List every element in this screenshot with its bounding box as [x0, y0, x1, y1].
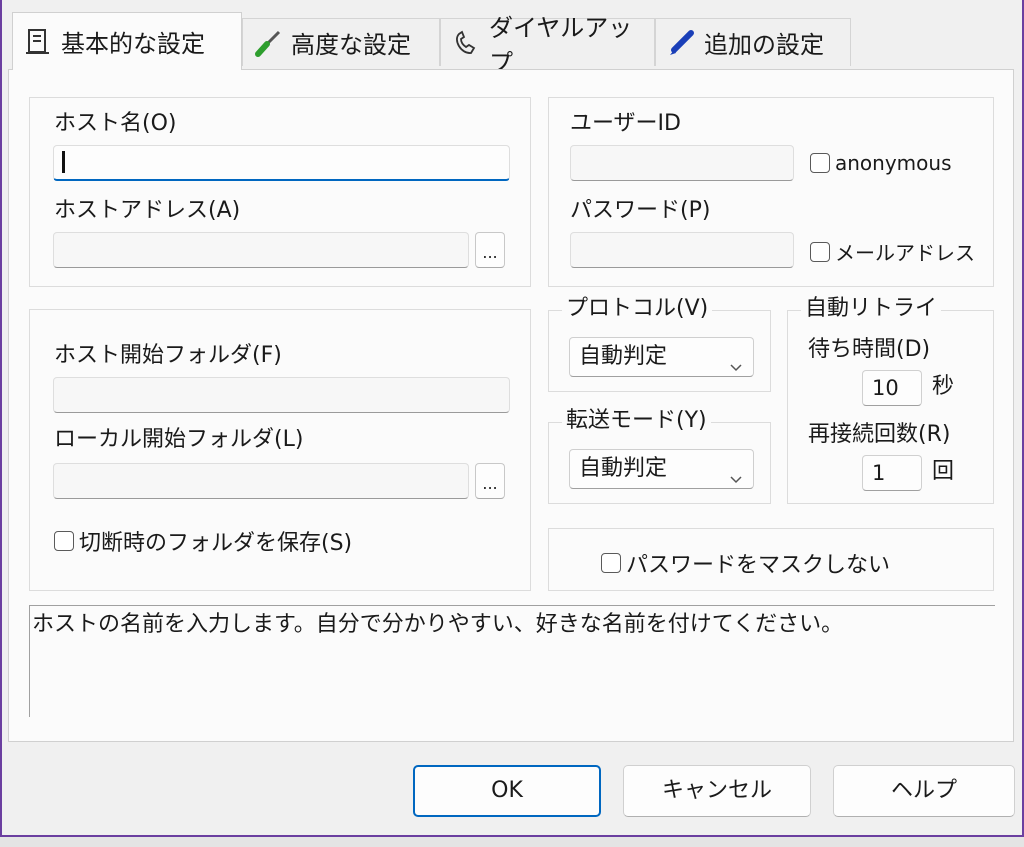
password-input[interactable]: [570, 232, 794, 268]
window-frame-left: [0, 0, 2, 847]
pen-icon: [666, 28, 696, 58]
checkbox-box[interactable]: [810, 153, 830, 173]
window-frame-bottom: [0, 835, 1024, 847]
save-folder-on-disconnect-checkbox[interactable]: 切断時のフォルダを保存(S): [54, 525, 352, 557]
seconds-unit: 秒: [932, 374, 955, 399]
user-id-input[interactable]: [570, 145, 794, 181]
tab-additional-settings[interactable]: 追加の設定: [655, 18, 851, 66]
checkbox-box[interactable]: [601, 553, 621, 573]
chevron-down-icon: [729, 350, 743, 388]
anonymous-checkbox[interactable]: anonymous: [810, 151, 952, 175]
chevron-down-icon: [729, 462, 743, 500]
text-caret: [62, 151, 65, 173]
help-message: ホストの名前を入力します。自分で分かりやすい、好きな名前を付けてください。: [29, 605, 995, 717]
checkbox-box[interactable]: [810, 241, 830, 262]
tab-dialup[interactable]: ダイヤルアップ: [440, 14, 655, 77]
tab-label: 追加の設定: [704, 31, 824, 59]
document-icon: [23, 27, 53, 57]
wait-time-input[interactable]: 10: [862, 370, 922, 406]
help-button[interactable]: ヘルプ: [833, 765, 1015, 817]
mail-address-checkbox[interactable]: メールアドレス: [810, 237, 975, 266]
transfer-mode-select[interactable]: 自動判定: [569, 449, 754, 489]
local-start-folder-input[interactable]: [53, 463, 469, 499]
ok-button[interactable]: OK: [413, 765, 601, 817]
screwdriver-icon: [253, 28, 283, 58]
host-start-folder-input[interactable]: [53, 377, 510, 413]
tab-basic-settings[interactable]: 基本的な設定: [12, 12, 242, 70]
tab-label: 基本的な設定: [61, 30, 205, 58]
cancel-button[interactable]: キャンセル: [623, 765, 811, 817]
protocol-select[interactable]: 自動判定: [569, 337, 754, 377]
host-address-browse-button[interactable]: ...: [475, 232, 505, 268]
user-id-label: ユーザーID: [570, 111, 681, 136]
host-address-label: ホストアドレス(A): [54, 198, 241, 223]
phone-icon: [451, 28, 481, 58]
times-unit: 回: [932, 459, 955, 484]
local-start-folder-browse-button[interactable]: ...: [475, 463, 505, 499]
protocol-label: プロトコル(V): [562, 296, 713, 322]
no-mask-password-checkbox[interactable]: パスワードをマスクしない: [601, 547, 890, 579]
host-name-input[interactable]: [53, 145, 510, 181]
reconnect-count-input[interactable]: 1: [862, 455, 922, 491]
checkbox-box[interactable]: [54, 531, 74, 551]
password-label: パスワード(P): [570, 198, 711, 223]
retry-label: 自動リトライ: [801, 296, 942, 322]
host-address-input[interactable]: [53, 232, 469, 268]
host-name-label: ホスト名(O): [54, 111, 177, 136]
wait-time-label: 待ち時間(D): [808, 337, 931, 362]
local-start-folder-label: ローカル開始フォルダ(L): [54, 427, 304, 452]
tab-label: 高度な設定: [291, 31, 411, 59]
transfer-mode-label: 転送モード(Y): [562, 408, 711, 434]
reconnect-count-label: 再接続回数(R): [808, 422, 951, 447]
tab-advanced-settings[interactable]: 高度な設定: [242, 18, 440, 66]
host-start-folder-label: ホスト開始フォルダ(F): [54, 343, 282, 368]
tab-label: ダイヤルアップ: [489, 13, 633, 77]
